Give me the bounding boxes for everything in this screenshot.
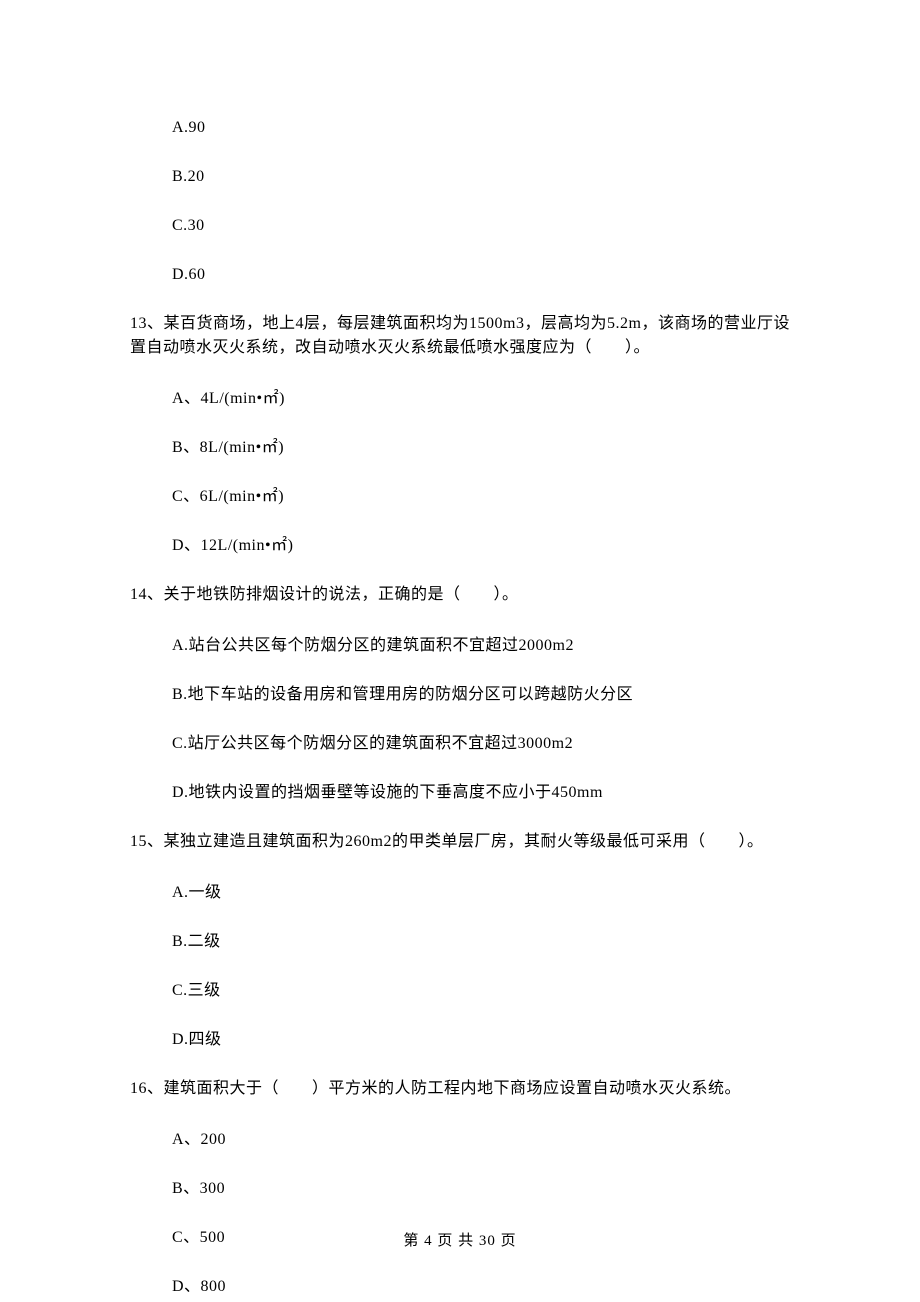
page-content: A.90 B.20 C.30 D.60 13、某百货商场，地上4层，每层建筑面积… <box>0 0 920 1299</box>
option-d: D.四级 <box>172 1028 790 1052</box>
option-b: B.20 <box>172 165 790 189</box>
option-d: D、800 <box>172 1275 790 1299</box>
option-b: B、300 <box>172 1177 790 1201</box>
question-14: 14、关于地铁防排烟设计的说法，正确的是（ ）。 <box>130 583 790 607</box>
option-a: A.90 <box>172 116 790 140</box>
option-a: A.站台公共区每个防烟分区的建筑面积不宜超过2000m2 <box>172 634 790 658</box>
question-13: 13、某百货商场，地上4层，每层建筑面积均为1500m3，层高均为5.2m，该商… <box>130 312 790 360</box>
option-d: D.地铁内设置的挡烟垂壁等设施的下垂高度不应小于450mm <box>172 781 790 805</box>
option-c: C.站厅公共区每个防烟分区的建筑面积不宜超过3000m2 <box>172 732 790 756</box>
page-footer: 第 4 页 共 30 页 <box>0 1230 920 1253</box>
option-b: B.地下车站的设备用房和管理用房的防烟分区可以跨越防火分区 <box>172 683 790 707</box>
option-a: A、4L/(min•㎡) <box>172 387 790 411</box>
option-b: B.二级 <box>172 930 790 954</box>
option-b: B、8L/(min•㎡) <box>172 436 790 460</box>
option-a: A、200 <box>172 1128 790 1152</box>
option-c: C、6L/(min•㎡) <box>172 485 790 509</box>
option-d: D、12L/(min•㎡) <box>172 534 790 558</box>
question-16: 16、建筑面积大于（ ）平方米的人防工程内地下商场应设置自动喷水灭火系统。 <box>130 1077 790 1101</box>
option-c: C.30 <box>172 214 790 238</box>
option-a: A.一级 <box>172 881 790 905</box>
option-c: C.三级 <box>172 979 790 1003</box>
option-d: D.60 <box>172 263 790 287</box>
question-15: 15、某独立建造且建筑面积为260m2的甲类单层厂房，其耐火等级最低可采用（ ）… <box>130 830 790 854</box>
